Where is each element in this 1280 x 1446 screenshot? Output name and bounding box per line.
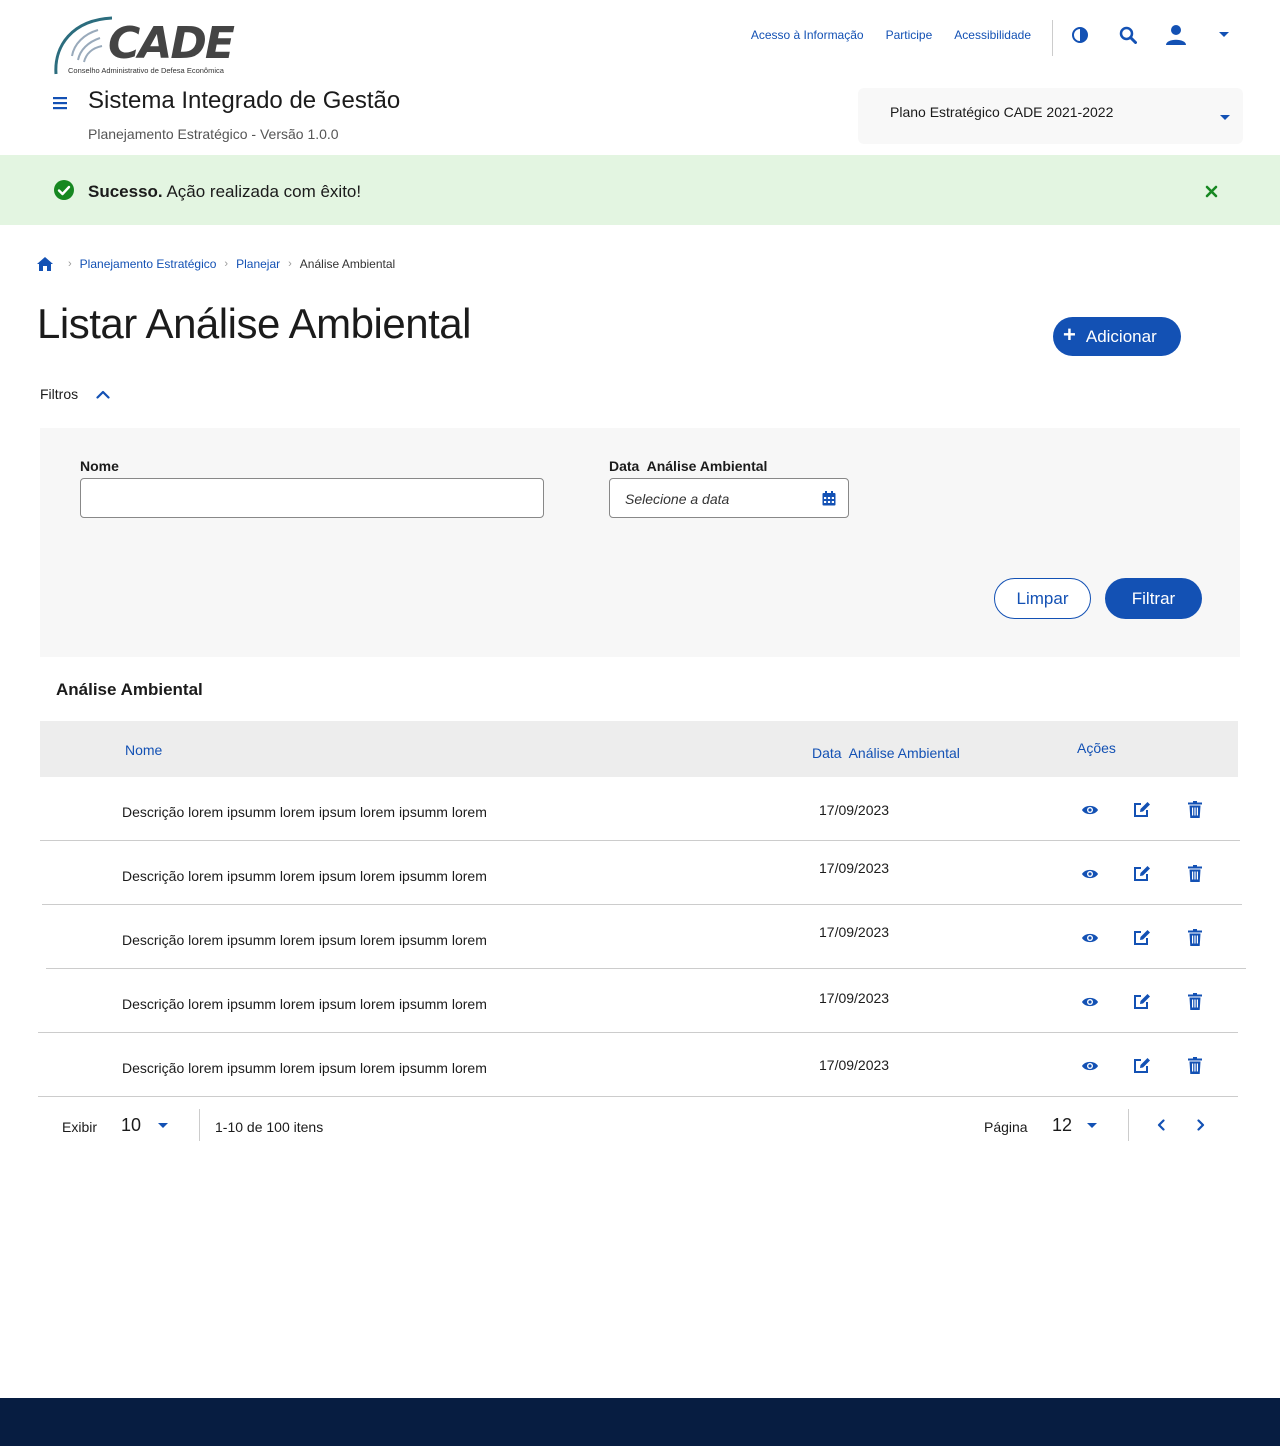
chevron-left-icon[interactable] [1157, 1119, 1165, 1131]
view-icon[interactable] [1081, 803, 1099, 821]
name-filter-label: Nome [80, 458, 119, 474]
page-label: Página [984, 1119, 1028, 1135]
date-filter-input[interactable]: Selecione a data [609, 478, 849, 518]
table-row: Descrição lorem ipsumm lorem ipsum lorem… [46, 905, 1246, 969]
chevron-up-icon [96, 390, 110, 399]
row-name: Descrição lorem ipsumm lorem ipsum lorem… [122, 804, 487, 820]
table-title: Análise Ambiental [56, 680, 203, 699]
caret-down-icon [1087, 1123, 1097, 1128]
breadcrumb: › Planejamento Estratégico › Planejar › … [36, 256, 395, 272]
filters-label: Filtros [40, 386, 79, 402]
link-acessibilidade[interactable]: Acessibilidade [954, 28, 1031, 42]
alert-message: Sucesso. Ação realizada com êxito! [88, 182, 361, 202]
footer [0, 1398, 1280, 1446]
success-alert: Sucesso. Ação realizada com êxito! [0, 155, 1280, 225]
page-size-value: 10 [121, 1115, 142, 1135]
column-header-actions: Ações [1077, 740, 1116, 756]
name-filter-input[interactable] [80, 478, 544, 518]
system-title: Sistema Integrado de Gestão [88, 87, 401, 114]
logo-subtitle: Conselho Administrativo de Defesa Econôm… [68, 66, 224, 75]
row-date: 17/09/2023 [819, 860, 890, 876]
top-links: Acesso à Informação Participe Acessibili… [751, 28, 1031, 42]
hamburger-menu-icon[interactable] [52, 96, 68, 115]
plan-select-value: Plano Estratégico CADE 2021-2022 [890, 104, 1114, 120]
delete-icon[interactable] [1188, 993, 1202, 1015]
breadcrumb-planejamento[interactable]: Planejamento Estratégico [80, 257, 217, 271]
add-button-label: Adicionar [1085, 326, 1157, 346]
table-row: Descrição lorem ipsumm lorem ipsum lorem… [42, 841, 1242, 905]
table-row: Descrição lorem ipsumm lorem ipsum lorem… [40, 777, 1240, 841]
pagination: Exibir 10 1-10 de 100 itens Página 12 [40, 1097, 1240, 1157]
edit-icon[interactable] [1133, 801, 1151, 823]
items-range: 1-10 de 100 itens [215, 1119, 324, 1135]
caret-down-icon [158, 1123, 168, 1128]
link-participe[interactable]: Participe [886, 28, 933, 42]
delete-icon[interactable] [1188, 865, 1202, 887]
alert-text: Ação realizada com êxito! [162, 182, 362, 201]
check-circle-icon [54, 180, 74, 200]
page-select[interactable]: 12 [1052, 1113, 1102, 1139]
calendar-icon[interactable] [822, 491, 836, 506]
pagination-divider [199, 1109, 200, 1141]
row-name: Descrição lorem ipsumm lorem ipsum lorem… [122, 996, 487, 1012]
caret-down-icon[interactable] [1212, 24, 1236, 46]
delete-icon[interactable] [1188, 929, 1202, 951]
edit-icon[interactable] [1133, 993, 1151, 1015]
row-name: Descrição lorem ipsumm lorem ipsum lorem… [122, 932, 487, 948]
date-filter-placeholder: Selecione a data [625, 491, 730, 507]
breadcrumb-current: Análise Ambiental [299, 257, 396, 271]
table-row: Descrição lorem ipsumm lorem ipsum lorem… [38, 1033, 1238, 1097]
edit-icon[interactable] [1133, 1057, 1151, 1079]
page-value: 12 [1052, 1115, 1073, 1135]
row-date: 17/09/2023 [819, 990, 890, 1006]
view-icon[interactable] [1081, 867, 1099, 885]
delete-icon[interactable] [1188, 1057, 1202, 1079]
system-subtitle: Planejamento Estratégico - Versão 1.0.0 [88, 126, 339, 142]
page-size-select[interactable]: 10 [121, 1113, 171, 1139]
plus-icon: + [1063, 321, 1076, 347]
link-acesso-informacao[interactable]: Acesso à Informação [751, 28, 864, 42]
page-title: Listar Análise Ambiental [37, 300, 471, 347]
filters-toggle[interactable]: Filtros [40, 386, 110, 402]
clear-button[interactable]: Limpar [994, 578, 1091, 619]
row-date: 17/09/2023 [819, 924, 890, 940]
chevron-right-icon[interactable] [1197, 1119, 1205, 1131]
pagination-divider [1128, 1109, 1129, 1141]
add-button[interactable]: + Adicionar [1053, 317, 1181, 356]
breadcrumb-separator: › [68, 258, 72, 270]
top-icons [1068, 24, 1236, 46]
cade-logo[interactable]: CADE Conselho Administrativo de Defesa E… [52, 16, 242, 76]
row-name: Descrição lorem ipsumm lorem ipsum lorem… [122, 1060, 487, 1076]
alert-strong: Sucesso. [88, 182, 163, 201]
column-header-name[interactable]: Nome [125, 742, 162, 758]
caret-down-icon [1220, 115, 1230, 120]
table-row: Descrição lorem ipsumm lorem ipsum lorem… [38, 969, 1238, 1033]
breadcrumb-separator: › [288, 258, 292, 270]
view-icon[interactable] [1081, 1059, 1099, 1077]
row-date: 17/09/2023 [819, 1057, 890, 1073]
page-size-label: Exibir [62, 1119, 98, 1135]
search-icon[interactable] [1116, 24, 1140, 46]
breadcrumb-separator: › [224, 258, 229, 270]
filter-button[interactable]: Filtrar [1105, 578, 1202, 619]
row-name: Descrição lorem ipsumm lorem ipsum lorem… [122, 868, 487, 884]
top-divider [1052, 20, 1053, 56]
column-header-date[interactable]: Data Análise Ambiental [812, 745, 960, 761]
edit-icon[interactable] [1133, 929, 1151, 951]
view-icon[interactable] [1081, 931, 1099, 949]
row-date: 17/09/2023 [819, 802, 890, 818]
breadcrumb-planejar[interactable]: Planejar [236, 257, 280, 271]
close-icon[interactable] [1205, 185, 1218, 198]
header: CADE Conselho Administrativo de Defesa E… [0, 0, 1280, 155]
user-icon[interactable] [1164, 24, 1188, 46]
edit-icon[interactable] [1133, 865, 1151, 887]
table-header: Nome Data Análise Ambiental Ações [40, 721, 1238, 777]
contrast-icon[interactable] [1068, 24, 1092, 46]
plan-select[interactable]: Plano Estratégico CADE 2021-2022 [858, 88, 1243, 144]
view-icon[interactable] [1081, 995, 1099, 1013]
delete-icon[interactable] [1188, 801, 1202, 823]
date-filter-label: Data Análise Ambiental [609, 458, 768, 474]
home-icon[interactable] [36, 256, 54, 272]
logo-word: CADE [108, 18, 235, 69]
